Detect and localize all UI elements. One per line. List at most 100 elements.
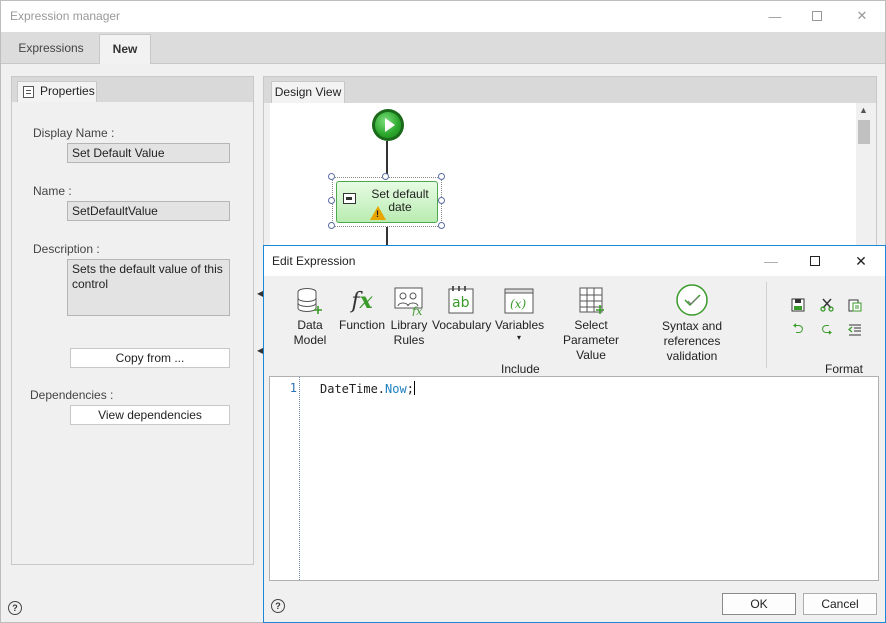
function-fx-icon: fx (351, 288, 373, 314)
svg-text:fx: fx (411, 305, 423, 316)
selection-handle[interactable] (328, 173, 335, 180)
name-field[interactable]: SetDefaultValue (67, 201, 230, 221)
cancel-button[interactable]: Cancel (803, 593, 877, 615)
database-add-icon (295, 286, 325, 316)
design-view-header: Design View (264, 77, 876, 103)
maximize-button[interactable] (803, 5, 831, 27)
display-name-label: Display Name : (33, 126, 115, 140)
help-icon[interactable]: ? (271, 599, 285, 613)
variables-button[interactable]: (x) Variables ▾ (495, 280, 544, 360)
window-title: Expression manager (10, 9, 121, 23)
dependencies-label: Dependencies : (30, 388, 114, 402)
syntax-validation-label: Syntax and references validation (661, 319, 723, 363)
design-view-panel: Design View Set default date ! ▲ (263, 76, 877, 267)
dropdown-arrow-icon[interactable]: ▾ (495, 333, 543, 343)
start-node[interactable] (372, 109, 404, 141)
undo-icon[interactable]: ⮌ (789, 320, 807, 339)
tab-new[interactable]: New (99, 34, 151, 64)
edit-expression-dialog: Edit Expression — ✕ Data Model fx Functi… (263, 245, 886, 623)
expression-editor[interactable]: 1 DateTime.Now; (269, 376, 879, 581)
properties-tab[interactable]: Properties (17, 81, 97, 102)
select-parameter-icon (576, 286, 606, 316)
scroll-up-icon[interactable]: ▲ (859, 105, 868, 115)
svg-text:ab: ab (452, 295, 470, 311)
code-member: Now (385, 382, 407, 396)
set-default-date-node[interactable]: Set default date ! (336, 181, 438, 223)
display-name-field[interactable]: Set Default Value (67, 143, 230, 163)
select-parameter-value-button[interactable]: Select Parameter Value (548, 280, 634, 362)
maximize-icon (810, 256, 820, 266)
ribbon-separator (766, 282, 767, 368)
library-rules-icon: fx (394, 286, 424, 318)
form-control-icon (343, 193, 356, 204)
maximize-icon (812, 11, 822, 21)
minimize-button[interactable]: — (761, 5, 789, 27)
library-rules-label: Library Rules (390, 318, 428, 347)
dialog-maximize-button[interactable] (800, 250, 830, 272)
code-end: ; (406, 382, 414, 396)
library-rules-button[interactable]: fx Library Rules (390, 280, 428, 360)
code-object: DateTime (320, 382, 378, 396)
help-icon[interactable]: ? (8, 601, 22, 615)
svg-text:(x): (x) (510, 297, 526, 311)
dialog-title: Edit Expression (272, 254, 356, 268)
close-icon: ✕ (855, 252, 867, 269)
dialog-minimize-button[interactable]: — (756, 250, 786, 272)
function-button[interactable]: fx Function (339, 280, 385, 360)
selection-handle[interactable] (438, 222, 445, 229)
minimize-icon: — (768, 8, 782, 24)
warning-mark: ! (376, 209, 379, 219)
variables-icon: (x) (504, 286, 534, 316)
dialog-footer: ? OK Cancel (264, 587, 885, 622)
ok-button[interactable]: OK (722, 593, 796, 615)
connector-line (386, 141, 388, 175)
close-button[interactable]: ✕ (848, 5, 876, 27)
vocabulary-button[interactable]: ab Vocabulary (432, 280, 492, 360)
save-icon[interactable] (789, 296, 807, 314)
redo-icon[interactable]: ⮎ (818, 320, 836, 339)
vocabulary-icon: ab (446, 286, 476, 316)
properties-icon (23, 86, 34, 98)
data-model-button[interactable]: Data Model (293, 280, 327, 360)
selection-handle[interactable] (328, 197, 335, 204)
include-group-label: Include (501, 362, 540, 376)
view-dependencies-button[interactable]: View dependencies (70, 405, 230, 425)
properties-tab-label: Properties (40, 84, 95, 98)
line-number-gutter: 1 (270, 377, 300, 580)
text-caret (413, 381, 415, 395)
syntax-validation-button[interactable]: Syntax and references validation (637, 280, 747, 363)
ribbon-toolbar: Data Model fx Function fx Library Rules … (269, 280, 879, 376)
dialog-title-bar: Edit Expression — ✕ (264, 246, 885, 276)
data-model-label: Data Model (293, 318, 327, 347)
design-canvas[interactable]: Set default date ! (270, 103, 856, 267)
paste-icon[interactable] (846, 296, 864, 314)
outer-title-bar: Expression manager — ✕ (1, 1, 885, 32)
outdent-icon[interactable] (846, 321, 864, 339)
scroll-thumb[interactable] (858, 120, 870, 144)
copy-from-button[interactable]: Copy from ... (70, 348, 230, 368)
close-icon: ✕ (856, 8, 868, 23)
code-dot: . (377, 382, 386, 396)
selection-handle[interactable] (382, 173, 389, 180)
line-number: 1 (289, 381, 297, 395)
properties-panel: Properties Display Name : Set Default Va… (11, 76, 254, 565)
vocabulary-label: Vocabulary (432, 318, 492, 332)
description-field[interactable]: Sets the default value of this control (67, 259, 230, 316)
vertical-scrollbar[interactable]: ▲ (856, 103, 872, 265)
cut-icon[interactable] (818, 296, 836, 314)
name-label: Name : (33, 184, 72, 198)
selection-handle[interactable] (438, 197, 445, 204)
tab-expressions[interactable]: Expressions (11, 34, 91, 64)
design-view-tab[interactable]: Design View (271, 81, 345, 103)
description-label: Description : (33, 242, 100, 256)
validation-check-icon (675, 283, 709, 317)
dialog-close-button[interactable]: ✕ (846, 250, 876, 272)
properties-header: Properties (12, 77, 253, 102)
selection-handle[interactable] (328, 222, 335, 229)
play-icon (375, 112, 401, 138)
selection-handle[interactable] (438, 173, 445, 180)
select-parameter-label: Select Parameter Value (562, 318, 620, 362)
tab-bar: Expressions New (1, 32, 885, 64)
function-label: Function (339, 318, 386, 332)
code-line[interactable]: DateTime.Now; (320, 381, 415, 396)
